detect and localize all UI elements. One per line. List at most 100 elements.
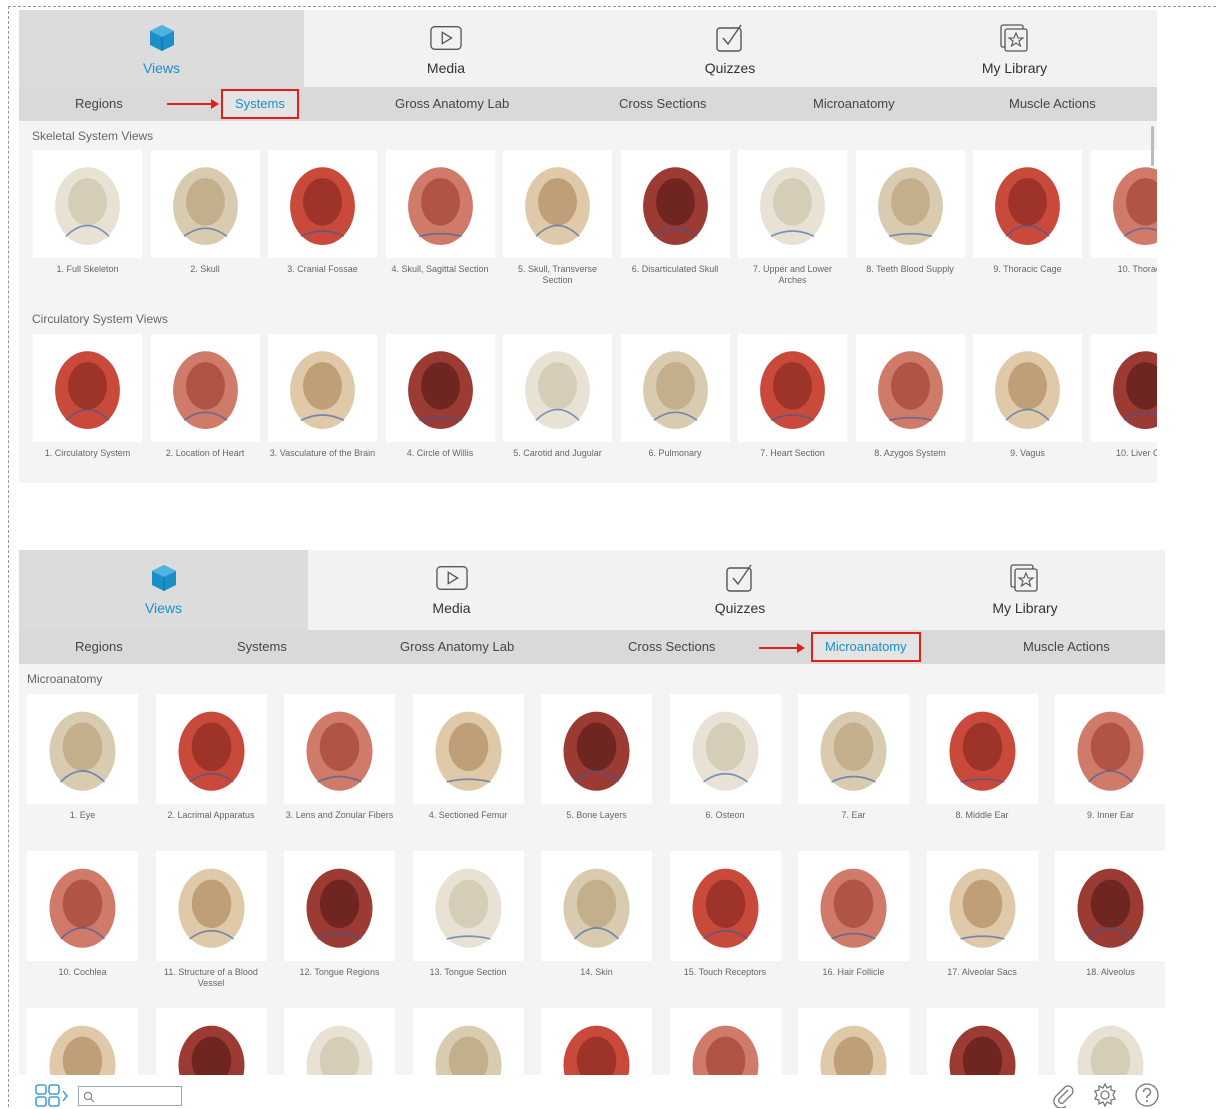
tab-quizzes[interactable]: Quizzes xyxy=(595,550,885,630)
subtab-regions[interactable]: Regions xyxy=(75,630,123,664)
skeletal-view-tile[interactable]: 7. Upper and Lower Arches xyxy=(738,150,847,288)
thumbnail-image xyxy=(926,851,1038,961)
microanatomy-view-tile[interactable]: 6. Osteon xyxy=(669,694,781,834)
thumbnail-image xyxy=(150,334,260,442)
thumbnail-caption: 7. Ear xyxy=(841,810,866,820)
subtab-microanatomy[interactable]: Microanatomy xyxy=(811,632,921,662)
circulatory-view-tile[interactable]: 4. Circle of Willis xyxy=(385,334,495,472)
microanatomy-view-tile[interactable]: 2. Lacrimal Apparatus xyxy=(155,694,267,834)
circulatory-view-tile[interactable]: 6. Pulmonary xyxy=(620,334,730,472)
microanatomy-view-tile[interactable] xyxy=(412,1008,524,1075)
circulatory-view-tile[interactable]: 10. Liver Circu xyxy=(1090,334,1157,472)
thumbnail-image xyxy=(33,334,142,442)
thumbnail-caption: 2. Skull xyxy=(190,264,220,274)
microanatomy-view-tile[interactable]: 14. Skin xyxy=(541,851,652,991)
microanatomy-view-tile[interactable]: 7. Ear xyxy=(798,694,909,834)
thumbnail-image xyxy=(27,1008,138,1075)
microanatomy-view-tile[interactable]: 15. Touch Receptors xyxy=(669,851,781,991)
circulatory-view-tile[interactable]: 1. Circulatory System xyxy=(33,334,142,472)
microanatomy-view-tile[interactable]: 16. Hair Follicle xyxy=(798,851,909,991)
microanatomy-view-tile[interactable]: 18. Alveolus xyxy=(1055,851,1165,991)
skeletal-view-tile[interactable]: 10. Thoracic ‹ xyxy=(1090,150,1157,288)
skeletal-view-tile[interactable]: 9. Thoracic Cage xyxy=(973,150,1082,288)
microanatomy-view-tile[interactable]: 8. Middle Ear xyxy=(926,694,1038,834)
skeletal-view-tile[interactable]: 3. Cranial Fossae xyxy=(268,150,377,288)
skeletal-view-tile[interactable]: 4. Skull, Sagittal Section xyxy=(385,150,495,288)
circulatory-view-tile[interactable]: 3. Vasculature of the Brain xyxy=(268,334,377,472)
tab-my-library-label: My Library xyxy=(992,600,1058,616)
help-icon[interactable] xyxy=(1134,1082,1160,1108)
subtab-muscle-actions[interactable]: Muscle Actions xyxy=(1009,87,1096,121)
microanatomy-view-tile[interactable]: 10. Cochlea xyxy=(27,851,138,991)
circulatory-view-tile[interactable]: 9. Vagus xyxy=(973,334,1082,472)
microanatomy-view-tile[interactable] xyxy=(155,1008,267,1075)
subtab-cross-sections[interactable]: Cross Sections xyxy=(619,87,706,121)
microanatomy-view-tile[interactable] xyxy=(284,1008,395,1075)
microanatomy-view-tile[interactable] xyxy=(926,1008,1038,1075)
skeletal-section-title: Skeletal System Views xyxy=(32,129,154,143)
circulatory-view-tile[interactable]: 5. Carotid and Jugular xyxy=(503,334,612,472)
microanatomy-view-tile[interactable] xyxy=(1055,1008,1165,1075)
cube-icon xyxy=(146,24,178,52)
tab-my-library[interactable]: My Library xyxy=(885,550,1165,630)
thumbnail-caption: 10. Liver Circu xyxy=(1115,448,1157,458)
thumbnail-image xyxy=(1090,334,1157,442)
tab-media[interactable]: Media xyxy=(308,550,595,630)
microanatomy-view-tile[interactable]: 4. Sectioned Femur xyxy=(412,694,524,834)
microanatomy-view-tile[interactable]: 12. Tongue Regions xyxy=(284,851,395,991)
thumbnail-caption: 12. Tongue Regions xyxy=(299,967,380,977)
thumbnail-image xyxy=(503,150,612,258)
thumbnail-image xyxy=(155,694,267,804)
grid-icon[interactable] xyxy=(35,1084,71,1108)
circulatory-view-tile[interactable]: 2. Location of Heart xyxy=(150,334,260,472)
skeletal-view-tile[interactable]: 2. Skull xyxy=(150,150,260,288)
tab-media[interactable]: Media xyxy=(304,10,588,87)
microanatomy-view-tile[interactable]: 13. Tongue Section xyxy=(412,851,524,991)
skeletal-view-tile[interactable]: 5. Skull, Transverse Section xyxy=(503,150,612,288)
microanatomy-view-tile[interactable]: 3. Lens and Zonular Fibers xyxy=(284,694,395,834)
microanatomy-view-tile[interactable] xyxy=(798,1008,909,1075)
paperclip-icon[interactable] xyxy=(1050,1082,1076,1109)
microanatomy-view-tile[interactable]: 17. Alveolar Sacs xyxy=(926,851,1038,991)
tab-views[interactable]: Views xyxy=(19,10,304,87)
circulatory-view-tile[interactable]: 7. Heart Section xyxy=(738,334,847,472)
thumbnail-caption: 2. Lacrimal Apparatus xyxy=(167,810,255,820)
thumbnail-image xyxy=(973,150,1082,258)
thumbnail-image xyxy=(385,150,495,258)
subtab-gross-anatomy-lab[interactable]: Gross Anatomy Lab xyxy=(400,630,514,664)
thumbnail-caption: 5. Bone Layers xyxy=(566,810,627,820)
thumbnail-image xyxy=(669,851,781,961)
subtab-muscle-actions[interactable]: Muscle Actions xyxy=(1023,630,1110,664)
subtab-systems[interactable]: Systems xyxy=(221,89,299,119)
subtab-regions[interactable]: Regions xyxy=(75,87,123,121)
thumbnail-image xyxy=(926,694,1038,804)
skeletal-view-tile[interactable]: 8. Teeth Blood Supply xyxy=(855,150,965,288)
subtab-systems[interactable]: Systems xyxy=(237,630,287,664)
tab-my-library[interactable]: My Library xyxy=(872,10,1157,87)
tab-views[interactable]: Views xyxy=(19,550,308,630)
scrollbar[interactable] xyxy=(1151,126,1154,166)
microanatomy-row-2: 10. Cochlea 11. Structure of a Blood Vess… xyxy=(27,851,1165,991)
microanatomy-view-tile[interactable] xyxy=(669,1008,781,1075)
microanatomy-view-tile[interactable] xyxy=(27,1008,138,1075)
thumbnail-image xyxy=(412,1008,524,1075)
subtab-gross-anatomy-lab[interactable]: Gross Anatomy Lab xyxy=(395,87,509,121)
thumbnail-caption: 5. Carotid and Jugular xyxy=(513,448,602,458)
thumbnail-caption: 15. Touch Receptors xyxy=(683,967,767,977)
microanatomy-view-tile[interactable]: 1. Eye xyxy=(27,694,138,834)
skeletal-view-tile[interactable]: 1. Full Skeleton xyxy=(33,150,142,288)
microanatomy-view-tile[interactable]: 5. Bone Layers xyxy=(541,694,652,834)
circulatory-view-tile[interactable]: 8. Azygos System xyxy=(855,334,965,472)
thumbnail-image xyxy=(284,1008,395,1075)
skeletal-view-tile[interactable]: 6. Disarticulated Skull xyxy=(620,150,730,288)
subtab-microanatomy[interactable]: Microanatomy xyxy=(813,87,895,121)
microanatomy-view-tile[interactable] xyxy=(541,1008,652,1075)
settings-icon[interactable] xyxy=(1092,1082,1118,1108)
thumbnail-image xyxy=(620,150,730,258)
microanatomy-view-tile[interactable]: 11. Structure of a Blood Vessel xyxy=(155,851,267,991)
subtab-cross-sections[interactable]: Cross Sections xyxy=(628,630,715,664)
tab-quizzes[interactable]: Quizzes xyxy=(588,10,872,87)
thumbnail-caption: 8. Azygos System xyxy=(874,448,946,458)
microanatomy-view-tile[interactable]: 9. Inner Ear xyxy=(1055,694,1165,834)
search-field[interactable] xyxy=(78,1086,182,1106)
